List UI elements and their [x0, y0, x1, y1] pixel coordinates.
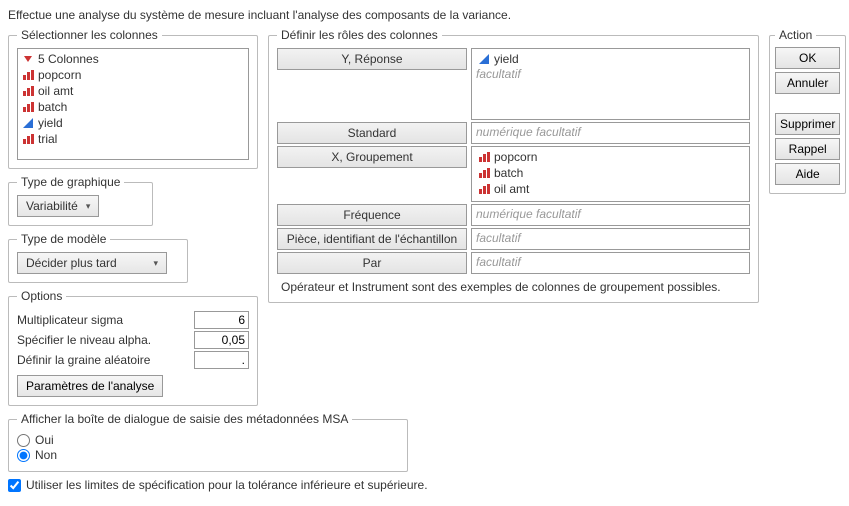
nominal-icon	[22, 85, 34, 97]
nominal-icon	[22, 69, 34, 81]
y-response-box[interactable]: yield facultatif	[471, 48, 750, 120]
column-item[interactable]: trial	[20, 131, 246, 147]
role-item[interactable]: batch	[476, 165, 745, 181]
msa-yes-label: Oui	[35, 433, 54, 447]
spec-limits-row[interactable]: Utiliser les limites de spécification po…	[8, 478, 841, 492]
by-placeholder: facultatif	[476, 255, 521, 269]
nominal-icon	[478, 151, 490, 163]
roles-group: Définir les rôles des colonnes Y, Répons…	[268, 28, 759, 303]
column-item[interactable]: yield	[20, 115, 246, 131]
msa-no-row[interactable]: Non	[17, 448, 399, 462]
role-item-label: popcorn	[494, 149, 537, 165]
model-type-group: Type de modèle Décider plus tard ▾	[8, 232, 188, 283]
help-button[interactable]: Aide	[775, 163, 840, 185]
chevron-down-icon: ▾	[86, 201, 91, 212]
continuous-icon	[478, 53, 490, 65]
y-placeholder: facultatif	[476, 67, 745, 81]
disclose-icon[interactable]	[22, 54, 34, 64]
frequency-button[interactable]: Fréquence	[277, 204, 467, 226]
role-item[interactable]: popcorn	[476, 149, 745, 165]
msa-yes-radio[interactable]	[17, 434, 30, 447]
chart-type-legend: Type de graphique	[17, 175, 124, 189]
analysis-params-button[interactable]: Paramètres de l'analyse	[17, 375, 163, 397]
column-item-label: oil amt	[38, 83, 73, 99]
x-grouping-box[interactable]: popcornbatchoil amt	[471, 146, 750, 202]
standard-box[interactable]: numérique facultatif	[471, 122, 750, 144]
sigma-input[interactable]	[194, 311, 249, 329]
msa-group: Afficher la boîte de dialogue de saisie …	[8, 412, 408, 472]
recall-button[interactable]: Rappel	[775, 138, 840, 160]
continuous-icon	[22, 117, 34, 129]
nominal-icon	[22, 133, 34, 145]
column-item-label: trial	[38, 131, 57, 147]
role-item-label: oil amt	[494, 181, 529, 197]
nominal-icon	[478, 167, 490, 179]
roles-note: Opérateur et Instrument sont des exemple…	[277, 280, 750, 294]
columns-count-row[interactable]: 5 Colonnes	[20, 51, 246, 67]
options-legend: Options	[17, 289, 66, 303]
column-item[interactable]: batch	[20, 99, 246, 115]
column-item-label: batch	[38, 99, 67, 115]
seed-input[interactable]	[194, 351, 249, 369]
by-button[interactable]: Par	[277, 252, 467, 274]
cancel-button[interactable]: Annuler	[775, 72, 840, 94]
piece-button[interactable]: Pièce, identifiant de l'échantillon	[277, 228, 467, 250]
frequency-box[interactable]: numérique facultatif	[471, 204, 750, 226]
columns-list[interactable]: 5 Colonnes popcornoil amtbatchyieldtrial	[17, 48, 249, 160]
by-box[interactable]: facultatif	[471, 252, 750, 274]
select-columns-group: Sélectionner les colonnes 5 Colonnes pop…	[8, 28, 258, 169]
options-group: Options Multiplicateur sigma Spécifier l…	[8, 289, 258, 406]
nominal-icon	[478, 183, 490, 195]
nominal-icon	[22, 101, 34, 113]
column-item-label: yield	[38, 115, 63, 131]
seed-label: Définir la graine aléatoire	[17, 353, 150, 367]
alpha-label: Spécifier le niveau alpha.	[17, 333, 151, 347]
column-item-label: popcorn	[38, 67, 81, 83]
msa-no-label: Non	[35, 448, 57, 462]
piece-placeholder: facultatif	[476, 231, 521, 245]
frequency-placeholder: numérique facultatif	[476, 207, 581, 221]
ok-button[interactable]: OK	[775, 47, 840, 69]
y-response-button[interactable]: Y, Réponse	[277, 48, 467, 70]
standard-button[interactable]: Standard	[277, 122, 467, 144]
piece-box[interactable]: facultatif	[471, 228, 750, 250]
model-type-value: Décider plus tard	[26, 256, 117, 270]
spec-limits-label: Utiliser les limites de spécification po…	[26, 478, 428, 492]
roles-legend: Définir les rôles des colonnes	[277, 28, 442, 42]
role-item[interactable]: oil amt	[476, 181, 745, 197]
x-grouping-button[interactable]: X, Groupement	[277, 146, 467, 168]
msa-no-radio[interactable]	[17, 449, 30, 462]
chart-type-dropdown[interactable]: Variabilité ▾	[17, 195, 99, 217]
dialog-description: Effectue une analyse du système de mesur…	[8, 8, 841, 22]
msa-legend: Afficher la boîte de dialogue de saisie …	[17, 412, 352, 426]
select-columns-legend: Sélectionner les colonnes	[17, 28, 162, 42]
action-group: Action OK Annuler Supprimer Rappel Aide	[769, 28, 846, 194]
columns-count-label: 5 Colonnes	[38, 52, 99, 66]
chart-type-group: Type de graphique Variabilité ▾	[8, 175, 153, 226]
chart-type-value: Variabilité	[26, 199, 78, 213]
remove-button[interactable]: Supprimer	[775, 113, 840, 135]
spec-limits-checkbox[interactable]	[8, 479, 21, 492]
role-item-label: yield	[494, 51, 519, 67]
model-type-legend: Type de modèle	[17, 232, 110, 246]
model-type-dropdown[interactable]: Décider plus tard ▾	[17, 252, 167, 274]
column-item[interactable]: popcorn	[20, 67, 246, 83]
role-item-label: batch	[494, 165, 523, 181]
alpha-input[interactable]	[194, 331, 249, 349]
standard-placeholder: numérique facultatif	[476, 125, 581, 139]
role-item[interactable]: yield	[476, 51, 745, 67]
column-item[interactable]: oil amt	[20, 83, 246, 99]
msa-yes-row[interactable]: Oui	[17, 433, 399, 447]
action-legend: Action	[775, 28, 816, 42]
sigma-label: Multiplicateur sigma	[17, 313, 123, 327]
chevron-down-icon: ▾	[153, 258, 158, 269]
